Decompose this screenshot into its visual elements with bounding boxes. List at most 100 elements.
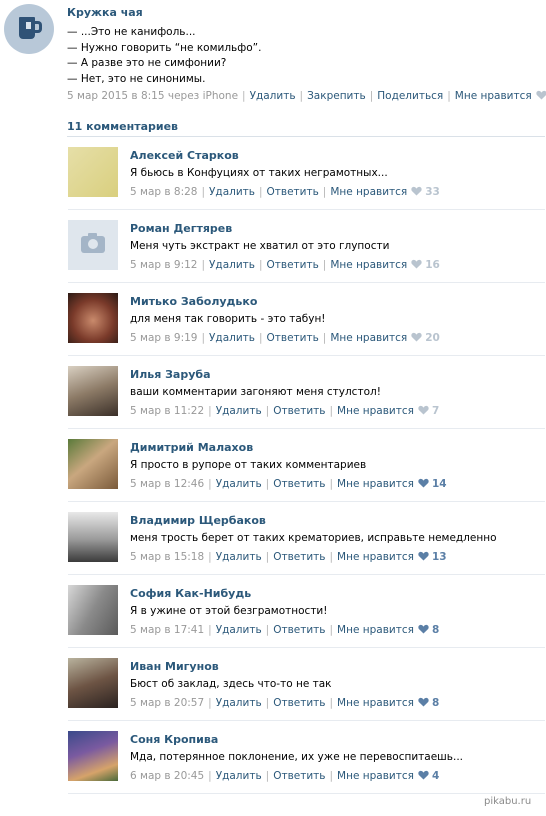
comment-avatar[interactable] (68, 439, 118, 489)
comment-date[interactable]: 5 мар в 9:12 (130, 259, 197, 271)
comment-date[interactable]: 6 мар в 20:45 (130, 770, 204, 782)
comment-author[interactable]: Иван Мигунов (130, 660, 219, 673)
post-text-line: — Нужно говорить “не комильфо”. (67, 41, 262, 54)
post-author-name[interactable]: Кружка чая (67, 6, 143, 19)
comment-date[interactable]: 5 мар в 20:57 (130, 697, 204, 709)
heart-icon[interactable] (536, 90, 546, 100)
heart-icon[interactable] (411, 332, 422, 342)
comment-delete-link[interactable]: Удалить (216, 624, 262, 636)
comment-author[interactable]: Алексей Старков (130, 149, 239, 162)
comment-like-link[interactable]: Мне нравится (337, 478, 414, 490)
comment-like-link[interactable]: Мне нравится (337, 770, 414, 782)
post-text-line: — Нет, это не синонимы. (67, 73, 206, 86)
comment-author[interactable]: София Как-Нибудь (130, 587, 251, 600)
post-author-avatar[interactable] (4, 4, 54, 54)
comment-avatar[interactable] (68, 366, 118, 416)
comment-like-count: 20 (425, 332, 440, 344)
comment-text: Я в ужине от этой безграмотности! (130, 605, 328, 617)
comment-reply-link[interactable]: Ответить (273, 624, 325, 636)
comment-text: Я бьюсь в Конфуциях от таких неграмотных… (130, 167, 388, 179)
wall-post: Кружка чая — ...Это не канифоль... — Нуж… (4, 4, 546, 108)
comment-text: Бюст об заклад, здесь что-то не так (130, 678, 332, 690)
comment-like-link[interactable]: Мне нравится (337, 624, 414, 636)
comment-meta: 5 мар в 12:46 | Удалить | Ответить | Мне нрави… (130, 478, 447, 490)
heart-icon[interactable] (418, 697, 429, 707)
comment-delete-link[interactable]: Удалить (216, 770, 262, 782)
heart-icon[interactable] (418, 551, 429, 561)
comment-like-count: 33 (425, 186, 440, 198)
comment-date[interactable]: 5 мар в 9:19 (130, 332, 197, 344)
heart-icon[interactable] (411, 259, 422, 269)
comment-date[interactable]: 5 мар в 17:41 (130, 624, 204, 636)
comment-meta: 5 мар в 20:57 | Удалить | Ответить | Мне нрави… (130, 697, 440, 709)
comment-meta: 6 мар в 20:45 | Удалить | Ответить | Мне нрави… (130, 770, 440, 782)
comment-author[interactable]: Роман Дегтярев (130, 222, 232, 235)
heart-icon[interactable] (418, 770, 429, 780)
comment-like-link[interactable]: Мне нравится (330, 259, 407, 271)
comment-like-count: 14 (431, 478, 447, 490)
post-text-line: — ...Это не канифоль... (67, 26, 196, 38)
comment-like-link[interactable]: Мне нравится (330, 186, 407, 198)
post-date[interactable]: 5 мар 2015 в 8:15 через iPhone (67, 90, 238, 102)
comment-delete-link[interactable]: Удалить (216, 551, 262, 563)
comment: Владимир Щербаков меня трость берет от та… (68, 502, 545, 575)
heart-icon[interactable] (418, 624, 429, 634)
comment-avatar[interactable] (68, 220, 118, 270)
comment: Митько Заболудько для меня так говорить -… (68, 283, 545, 356)
comment-text: Мда, потерянное поклонение, их уже не пе… (130, 751, 463, 763)
comment-meta: 5 мар в 11:22 | Удалить | Ответить | Мне нрави… (130, 405, 440, 417)
post-like-link[interactable]: Мне нравится (455, 90, 532, 102)
comment-delete-link[interactable]: Удалить (216, 697, 262, 709)
comment-reply-link[interactable]: Ответить (273, 770, 325, 782)
post-delete-link[interactable]: Удалить (250, 90, 296, 102)
comment-meta: 5 мар в 9:12 | Удалить | Ответить | Мне нравит… (130, 259, 440, 271)
comment-like-link[interactable]: Мне нравится (337, 551, 414, 563)
comment-avatar[interactable] (68, 585, 118, 635)
heart-icon[interactable] (418, 405, 429, 415)
comment-meta: 5 мар в 8:28 | Удалить | Ответить | Мне нравит… (130, 186, 440, 198)
comment-reply-link[interactable]: Ответить (273, 478, 325, 490)
heart-icon[interactable] (418, 478, 429, 488)
comment-delete-link[interactable]: Удалить (216, 478, 262, 490)
comment-like-count: 8 (431, 697, 440, 709)
post-text-line: — А разве это не симфонии? (67, 57, 227, 70)
comment-author[interactable]: Димитрий Малахов (130, 441, 253, 454)
comment-like-count: 4 (431, 770, 440, 782)
comment-date[interactable]: 5 мар в 8:28 (130, 186, 197, 198)
comment-reply-link[interactable]: Ответить (273, 697, 325, 709)
comment-avatar[interactable] (68, 293, 118, 343)
comment-delete-link[interactable]: Удалить (216, 405, 262, 417)
post-meta: 5 мар 2015 в 8:15 через iPhone | Удалить | З… (67, 90, 546, 102)
comment-avatar[interactable] (68, 731, 118, 781)
comment-author[interactable]: Митько Заболудько (130, 295, 257, 308)
comment-delete-link[interactable]: Удалить (209, 186, 255, 198)
comment-reply-link[interactable]: Ответить (267, 259, 319, 271)
heart-icon[interactable] (411, 186, 422, 196)
comment-like-count: 16 (425, 259, 440, 271)
comment-author[interactable]: Владимир Щербаков (130, 514, 266, 527)
comment: Роман Дегтярев Меня чуть экстракт не хват… (68, 210, 545, 283)
comments-count[interactable]: 11 комментариев (67, 120, 178, 133)
comment-date[interactable]: 5 мар в 11:22 (130, 405, 204, 417)
comment-like-link[interactable]: Мне нравится (330, 332, 407, 344)
comment-reply-link[interactable]: Ответить (273, 405, 325, 417)
comment-avatar[interactable] (68, 147, 118, 197)
comment-reply-link[interactable]: Ответить (267, 186, 319, 198)
comment-avatar[interactable] (68, 658, 118, 708)
comment-delete-link[interactable]: Удалить (209, 332, 255, 344)
comment-avatar[interactable] (68, 512, 118, 562)
comment-date[interactable]: 5 мар в 12:46 (130, 478, 204, 490)
comment-author[interactable]: Илья Заруба (130, 368, 211, 381)
post-pin-link[interactable]: Закрепить (307, 90, 366, 102)
comment-like-link[interactable]: Мне нравится (337, 697, 414, 709)
camera-icon (81, 233, 105, 253)
post-share-link[interactable]: Поделиться (377, 90, 443, 102)
comment-date[interactable]: 5 мар в 15:18 (130, 551, 204, 563)
comment-like-link[interactable]: Мне нравится (337, 405, 414, 417)
comment-reply-link[interactable]: Ответить (273, 551, 325, 563)
comment-author[interactable]: Соня Кропива (130, 733, 218, 746)
comment-reply-link[interactable]: Ответить (267, 332, 319, 344)
watermark: pikabu.ru (484, 796, 532, 807)
comment: Иван Мигунов Бюст об заклад, здесь что-то… (68, 648, 545, 721)
comment-delete-link[interactable]: Удалить (209, 259, 255, 271)
